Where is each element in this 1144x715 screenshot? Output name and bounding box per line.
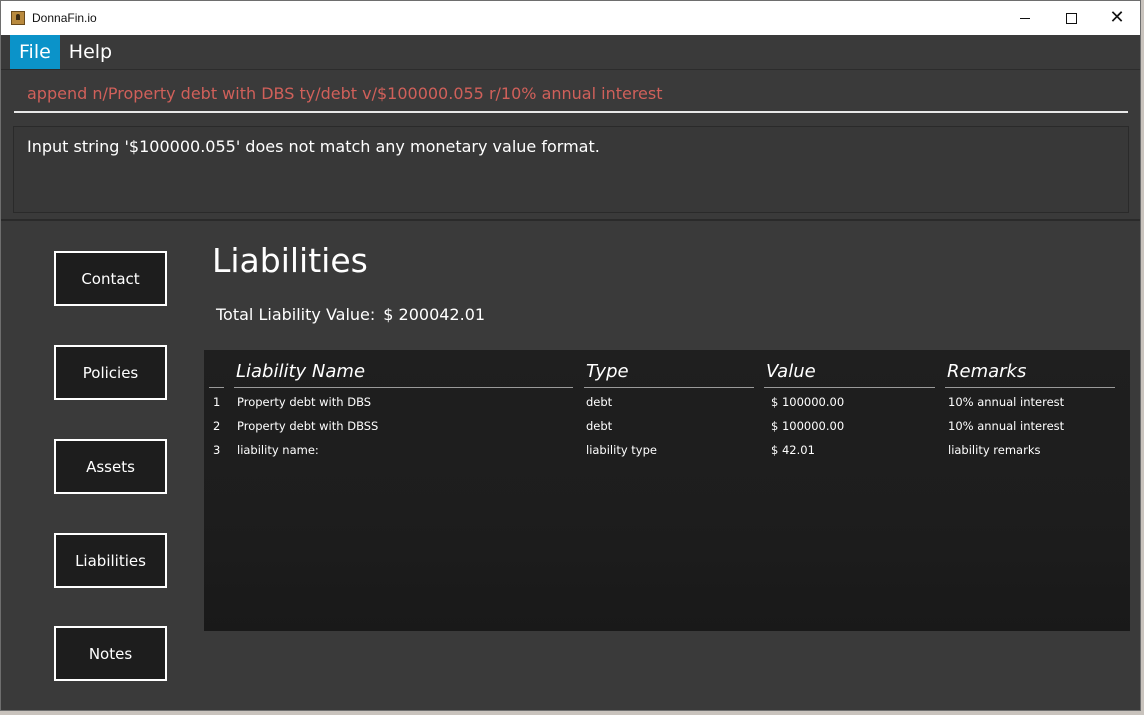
close-icon: ✕	[1109, 7, 1125, 28]
row-index: 1	[213, 395, 221, 409]
column-header-line	[234, 387, 573, 388]
command-input-text: append n/Property debt with DBS ty/debt …	[27, 84, 663, 103]
window-controls: ✕	[1002, 1, 1140, 35]
section-divider	[1, 219, 1140, 221]
menu-file[interactable]: File	[10, 35, 60, 69]
column-header-type[interactable]: Type	[586, 361, 629, 382]
nav-button-policies[interactable]: Policies	[54, 345, 167, 400]
minimize-icon	[1020, 17, 1030, 19]
cell-type: debt	[586, 419, 613, 433]
nav-button-assets[interactable]: Assets	[54, 439, 167, 494]
total-liability: Total Liability Value: $ 200042.01	[216, 305, 493, 324]
column-header-value[interactable]: Value	[766, 361, 816, 382]
cell-remarks: 10% annual interest	[948, 419, 1065, 433]
row-index: 3	[213, 443, 221, 457]
close-button[interactable]: ✕	[1094, 1, 1140, 35]
page-title: Liabilities	[212, 241, 368, 280]
column-header-line	[764, 387, 935, 388]
cell-value: $ 100000.00	[771, 395, 845, 409]
column-header-line	[945, 387, 1115, 388]
cell-value: $ 42.01	[771, 443, 815, 457]
cell-liability-name: liability name:	[237, 443, 319, 457]
nav-button-notes[interactable]: Notes	[54, 626, 167, 681]
cell-remarks: 10% annual interest	[948, 395, 1065, 409]
column-header-liability-name[interactable]: Liability Name	[236, 361, 365, 382]
menu-help[interactable]: Help	[60, 35, 121, 69]
cell-liability-name: Property debt with DBSS	[237, 419, 379, 433]
cell-value: $ 100000.00	[771, 419, 845, 433]
maximize-icon	[1065, 12, 1077, 24]
result-display: Input string '$100000.055' does not matc…	[13, 126, 1129, 213]
cell-remarks: liability remarks	[948, 443, 1041, 457]
cell-type: debt	[586, 395, 613, 409]
maximize-button[interactable]	[1048, 1, 1094, 35]
command-input[interactable]: append n/Property debt with DBS ty/debt …	[14, 73, 1128, 113]
cell-liability-name: Property debt with DBS	[237, 395, 372, 409]
column-header-remarks[interactable]: Remarks	[947, 361, 1026, 382]
total-liability-value: $ 200042.01	[383, 305, 486, 324]
app-icon	[11, 11, 25, 25]
result-message: Input string '$100000.055' does not matc…	[27, 137, 600, 156]
column-header-line	[584, 387, 754, 388]
minimize-button[interactable]	[1002, 1, 1048, 35]
total-liability-label: Total Liability Value:	[216, 305, 376, 324]
nav-button-liabilities[interactable]: Liabilities	[54, 533, 167, 588]
window-title: DonnaFin.io	[32, 11, 97, 25]
index-column-header-line	[209, 387, 224, 388]
app-window: DonnaFin.io ✕ File Help append n/Propert…	[0, 0, 1141, 711]
liability-table: Liability Name Type Value Remarks 1 Prop…	[204, 350, 1130, 631]
nav-button-contact[interactable]: Contact	[54, 251, 167, 306]
menu-bar: File Help	[1, 35, 1140, 70]
cell-type: liability type	[586, 443, 657, 457]
title-bar: DonnaFin.io ✕	[1, 1, 1140, 35]
row-index: 2	[213, 419, 221, 433]
